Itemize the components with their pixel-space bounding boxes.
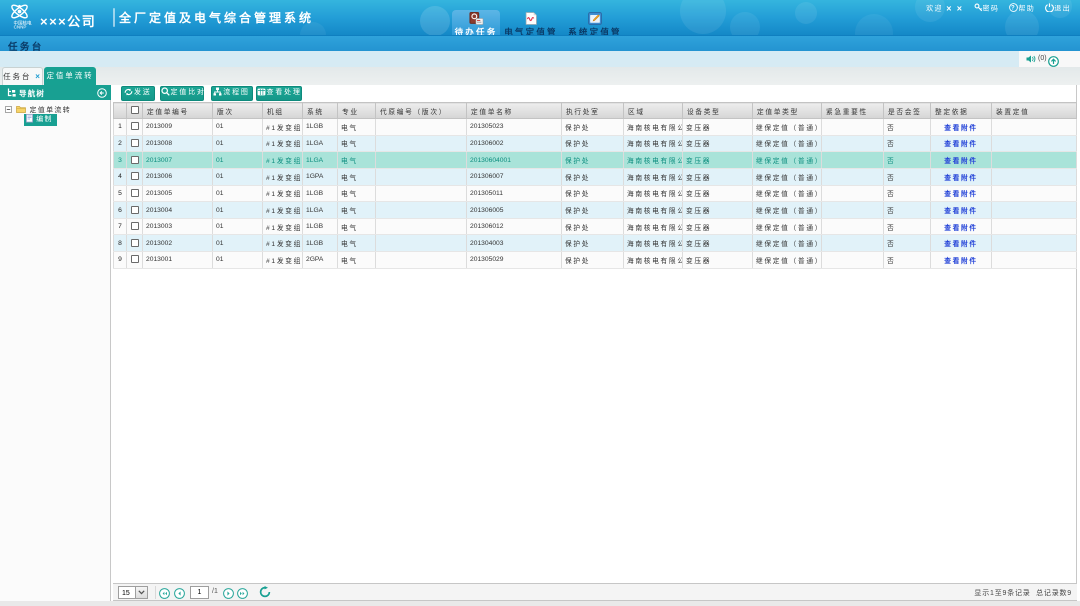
svg-text:?: ? [1011,6,1016,12]
